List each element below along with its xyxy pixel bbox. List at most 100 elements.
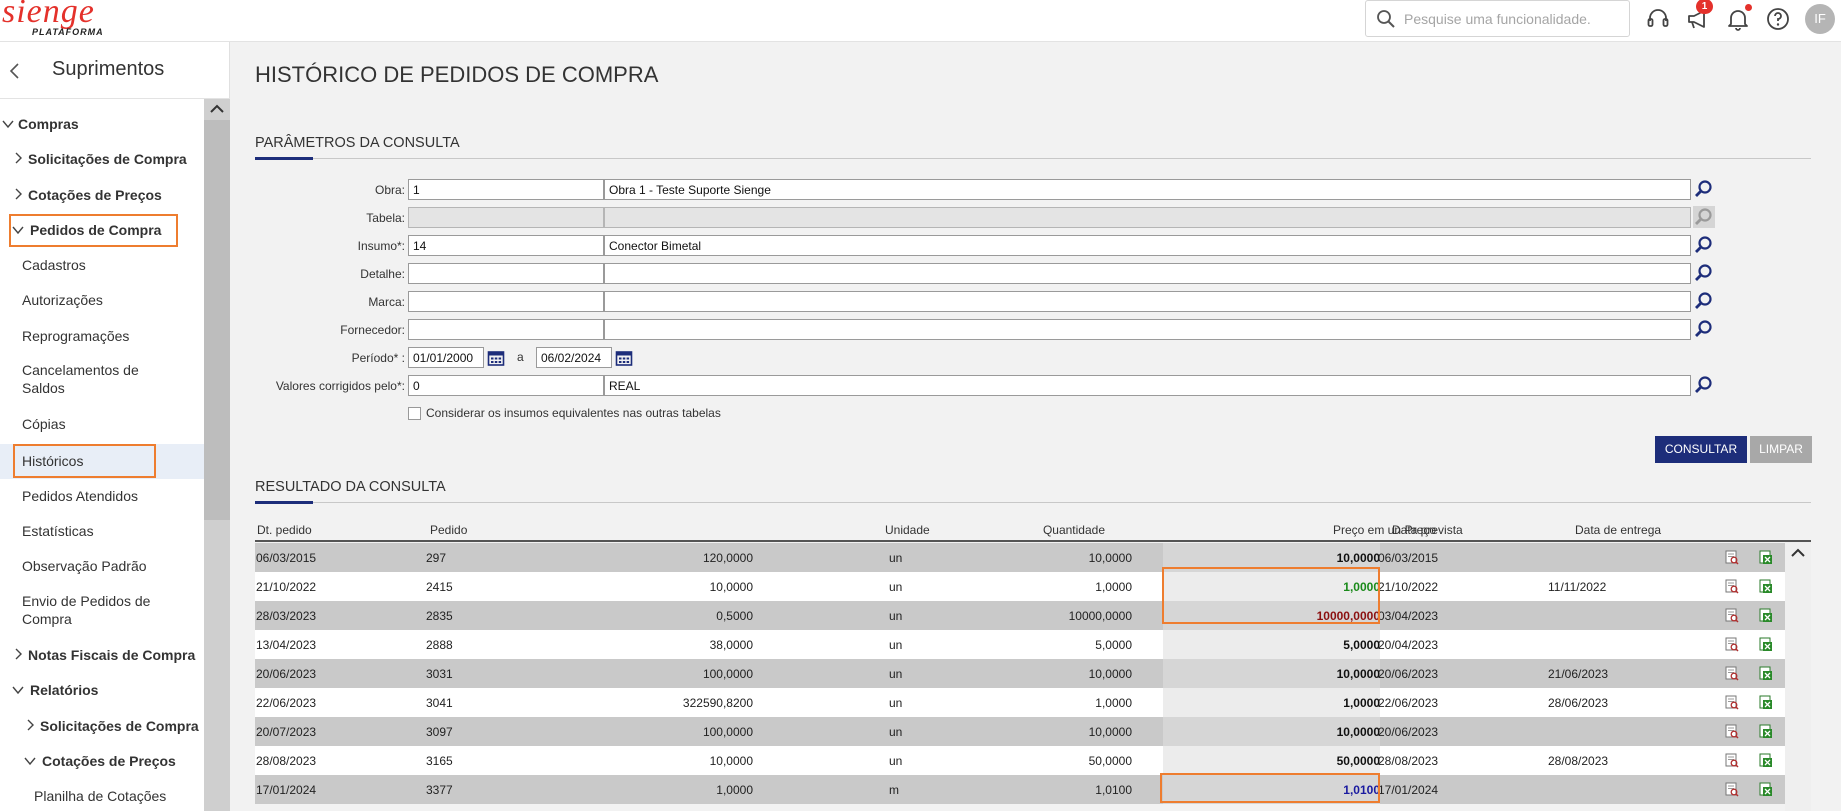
sidebar-item-rel-cotacoes[interactable]: Cotações de Preços xyxy=(42,752,176,770)
search-lookup-icon-disabled xyxy=(1693,206,1715,228)
insumo-code-field[interactable]: 14 xyxy=(408,235,604,256)
table-row[interactable]: 20/07/2023 3097 100,0000 un 10,0000 10,0000 20… xyxy=(255,717,1785,746)
sidebar-item-pedidos-atendidos[interactable]: Pedidos Atendidos xyxy=(22,487,138,505)
cell-pedido: 3097 xyxy=(426,725,453,739)
consultar-button[interactable]: CONSULTAR xyxy=(1655,436,1747,463)
export-excel-icon[interactable] xyxy=(1759,608,1773,623)
search-lookup-icon[interactable] xyxy=(1693,178,1715,200)
export-excel-icon[interactable] xyxy=(1759,724,1773,739)
export-excel-icon[interactable] xyxy=(1759,695,1773,710)
fornecedor-code-field[interactable] xyxy=(408,319,604,340)
sidebar-item-notas-fiscais[interactable]: Notas Fiscais de Compra xyxy=(28,646,195,664)
detalhe-code-field[interactable] xyxy=(408,263,604,284)
view-document-icon[interactable] xyxy=(1725,637,1739,652)
cell-quantidade: 10,0000 xyxy=(709,754,753,768)
scroll-up-icon[interactable] xyxy=(1790,546,1806,558)
cell-unidade: un xyxy=(889,580,903,594)
view-document-icon[interactable] xyxy=(1725,579,1739,594)
table-row[interactable]: 28/08/2023 3165 10,0000 un 50,0000 50,0000 28/… xyxy=(255,746,1785,775)
sidebar-item-estatisticas[interactable]: Estatísticas xyxy=(22,522,94,540)
sidebar-scroll-thumb[interactable] xyxy=(204,120,230,520)
detalhe-desc-field[interactable] xyxy=(604,263,1691,284)
sidebar-item-solicitacoes[interactable]: Solicitações de Compra xyxy=(28,150,187,168)
col-data-entrega[interactable]: Data de entrega xyxy=(1575,523,1661,537)
sidebar-item-planilha-cotacoes[interactable]: Planilha de Cotações xyxy=(34,787,166,805)
table-row[interactable]: 20/06/2023 3031 100,0000 un 10,0000 10,0000 20… xyxy=(255,659,1785,688)
view-document-icon[interactable] xyxy=(1725,608,1739,623)
table-row[interactable]: 06/03/2015 297 120,0000 un 10,0000 10,0000 06/… xyxy=(255,543,1785,572)
section-divider xyxy=(255,158,1811,159)
table-row[interactable]: 17/01/2024 3377 1,0000 m 1,0100 1,0100 17/01/2… xyxy=(255,775,1785,804)
user-avatar[interactable]: IF xyxy=(1805,4,1835,34)
view-document-icon[interactable] xyxy=(1725,782,1739,797)
valores-label: Valores corrigidos pelo*: xyxy=(275,379,405,393)
search-input[interactable] xyxy=(1404,9,1619,29)
obra-code-field[interactable]: 1 xyxy=(408,179,604,200)
col-quantidade[interactable]: Quantidade xyxy=(1043,523,1105,537)
table-row[interactable]: 28/03/2023 2835 0,5000 un 10000,0000 10000,00… xyxy=(255,601,1785,630)
sidebar-item-observacao-padrao[interactable]: Observação Padrão xyxy=(22,557,147,575)
logo-subtitle: PLATAFORMA xyxy=(32,27,104,37)
obra-desc-field[interactable]: Obra 1 - Teste Suporte Sienge xyxy=(604,179,1691,200)
export-excel-icon[interactable] xyxy=(1759,753,1773,768)
col-unidade[interactable]: Unidade xyxy=(885,523,930,537)
view-document-icon[interactable] xyxy=(1725,724,1739,739)
search-lookup-icon[interactable] xyxy=(1693,374,1715,396)
top-bar: sienge PLATAFORMA 1 IF xyxy=(0,0,1841,42)
export-excel-icon[interactable] xyxy=(1759,782,1773,797)
export-excel-icon[interactable] xyxy=(1759,579,1773,594)
marca-code-field[interactable] xyxy=(408,291,604,312)
search-icon xyxy=(1377,10,1395,28)
sidebar-item-envio-pedidos[interactable]: Envio de Pedidos de Compra xyxy=(22,592,172,628)
search-lookup-icon[interactable] xyxy=(1693,234,1715,256)
view-document-icon[interactable] xyxy=(1725,753,1739,768)
export-excel-icon[interactable] xyxy=(1759,666,1773,681)
headset-icon[interactable] xyxy=(1645,6,1671,32)
col-data-prevista[interactable]: Data prevista xyxy=(1392,523,1463,537)
cell-pedido: 2415 xyxy=(426,580,453,594)
sidebar-item-cadastros[interactable]: Cadastros xyxy=(22,256,86,274)
table-row[interactable]: 21/10/2022 2415 10,0000 un 1,0000 1,0000 21/10… xyxy=(255,572,1785,601)
valores-code-field[interactable]: 0 xyxy=(408,375,604,396)
search-lookup-icon[interactable] xyxy=(1693,290,1715,312)
sidebar-item-rel-solicitacoes[interactable]: Solicitações de Compra xyxy=(40,717,199,735)
calendar-icon[interactable] xyxy=(487,349,505,367)
view-document-icon[interactable] xyxy=(1725,550,1739,565)
insumo-desc-field[interactable]: Conector Bimetal xyxy=(604,235,1691,256)
sidebar-item-cancelamentos[interactable]: Cancelamentos de Saldos xyxy=(22,361,172,397)
table-row[interactable]: 22/06/2023 3041 322590,8200 un 1,0000 1,0000 2… xyxy=(255,688,1785,717)
sienge-logo[interactable]: sienge PLATAFORMA xyxy=(2,0,103,37)
help-icon[interactable] xyxy=(1765,6,1791,32)
marca-desc-field[interactable] xyxy=(604,291,1691,312)
col-dt-pedido[interactable]: Dt. pedido xyxy=(257,523,312,537)
periodo-to-field[interactable]: 06/02/2024 xyxy=(536,347,612,368)
valores-desc-field[interactable]: REAL xyxy=(604,375,1691,396)
search-lookup-icon[interactable] xyxy=(1693,262,1715,284)
scroll-up-icon[interactable] xyxy=(209,102,225,114)
sidebar-item-autorizacoes[interactable]: Autorizações xyxy=(22,291,103,309)
sidebar-item-reprogramacoes[interactable]: Reprogramações xyxy=(22,327,129,345)
calendar-icon[interactable] xyxy=(615,349,633,367)
col-preco-em[interactable]: Preço em un xyxy=(1333,523,1401,537)
sidebar-item-cotacoes[interactable]: Cotações de Preços xyxy=(28,186,162,204)
back-arrow-icon[interactable] xyxy=(8,60,20,82)
view-document-icon[interactable] xyxy=(1725,695,1739,710)
cell-data-prevista: 22/06/2023 xyxy=(1378,696,1439,710)
limpar-button[interactable]: LIMPAR xyxy=(1750,436,1812,463)
equivalentes-checkbox[interactable] xyxy=(408,407,421,420)
sidebar-item-copias[interactable]: Cópias xyxy=(22,415,66,433)
col-pedido[interactable]: Pedido xyxy=(430,523,467,537)
search-lookup-icon[interactable] xyxy=(1693,318,1715,340)
sidebar-item-compras[interactable]: Compras xyxy=(18,115,79,133)
view-document-icon[interactable] xyxy=(1725,666,1739,681)
fornecedor-desc-field[interactable] xyxy=(604,319,1691,340)
cell-pedido: 2888 xyxy=(426,638,453,652)
search-box[interactable] xyxy=(1365,0,1630,37)
cell-preco: 5,0000 xyxy=(1095,638,1132,652)
table-scrollbar[interactable] xyxy=(1785,542,1811,811)
table-row[interactable]: 13/04/2023 2888 38,0000 un 5,0000 5,0000 20/04… xyxy=(255,630,1785,659)
export-excel-icon[interactable] xyxy=(1759,550,1773,565)
sidebar-item-relatorios[interactable]: Relatórios xyxy=(30,681,98,699)
periodo-from-field[interactable]: 01/01/2000 xyxy=(408,347,484,368)
export-excel-icon[interactable] xyxy=(1759,637,1773,652)
